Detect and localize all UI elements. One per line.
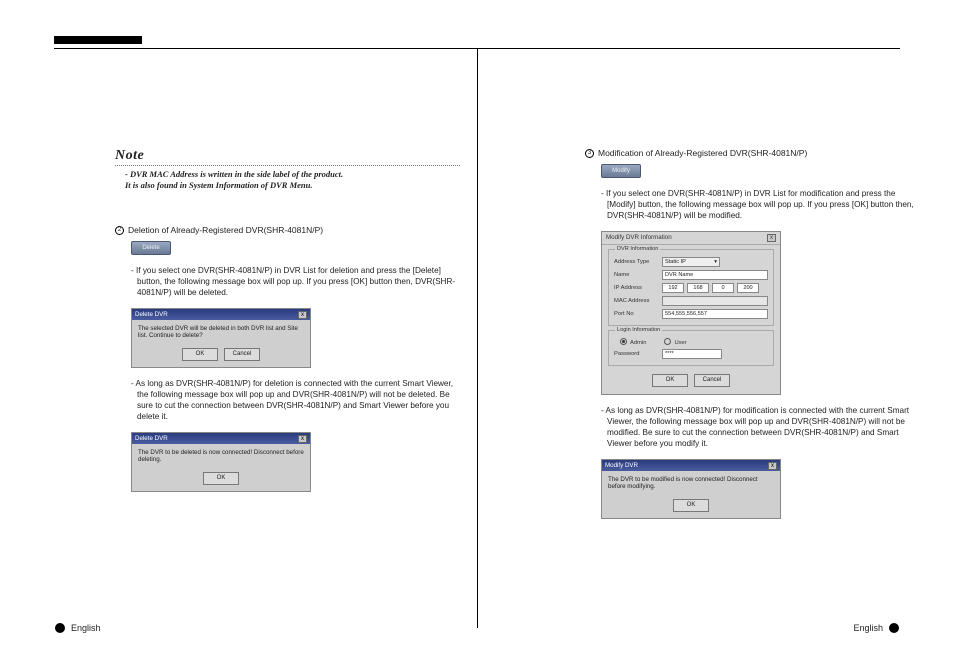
page-dot-icon — [55, 623, 65, 633]
port-field[interactable]: 554,555,556,557 — [662, 309, 768, 319]
label-password: Password — [614, 351, 659, 357]
label-ip: IP Address — [614, 285, 659, 291]
close-icon[interactable]: x — [298, 435, 307, 443]
step-number-icon: 2 — [115, 226, 124, 235]
paragraph: - As long as DVR(SHR-4081N/P) for deleti… — [131, 378, 460, 422]
label-address-type: Address Type — [614, 259, 659, 265]
ip-octet-4[interactable]: 200 — [737, 283, 759, 293]
section-heading-modify: 3 Modification of Already-Registered DVR… — [585, 148, 920, 158]
dialog-message: The DVR to be deleted is now connected! … — [132, 444, 310, 468]
dialog-title: Delete DVR — [135, 435, 168, 442]
header-bar — [54, 36, 142, 44]
dialog-message: The DVR to be modified is now connected!… — [602, 471, 780, 495]
dialog-delete-confirm: Delete DVR x The selected DVR will be de… — [131, 308, 311, 368]
dialog-titlebar: Delete DVR x — [132, 433, 310, 444]
footer-left: English — [55, 623, 101, 633]
label-name: Name — [614, 272, 659, 278]
close-icon[interactable]: x — [767, 234, 776, 242]
dialog-modify-connected: Modify DVR x The DVR to be modified is n… — [601, 459, 781, 519]
section-heading-delete: 2 Deletion of Already-Registered DVR(SHR… — [115, 225, 460, 235]
section-title: Modification of Already-Registered DVR(S… — [598, 148, 807, 158]
left-column: Note - DVR MAC Address is written in the… — [115, 148, 460, 492]
address-type-select[interactable]: Static IP▾ — [662, 257, 720, 267]
dialog-message: The selected DVR will be deleted in both… — [132, 320, 310, 344]
ok-button[interactable]: OK — [673, 499, 709, 512]
note-heading: Note — [115, 148, 460, 166]
paragraph: - If you select one DVR(SHR-4081N/P) in … — [601, 188, 920, 221]
ok-button[interactable]: OK — [652, 374, 688, 387]
delete-button[interactable]: Delete — [131, 241, 171, 255]
dialog-titlebar: Modify DVR Information x — [602, 232, 780, 245]
note-body: - DVR MAC Address is written in the side… — [125, 169, 460, 191]
dialog-buttons: OK Cancel — [132, 344, 310, 367]
cancel-button[interactable]: Cancel — [694, 374, 730, 387]
ok-button[interactable]: OK — [203, 472, 239, 485]
close-icon[interactable]: x — [768, 462, 777, 470]
paragraph: - As long as DVR(SHR-4081N/P) for modifi… — [601, 405, 920, 449]
paragraph: - If you select one DVR(SHR-4081N/P) in … — [131, 265, 460, 298]
radio-user[interactable]: User — [664, 337, 686, 346]
label-mac: MAC Address — [614, 298, 659, 304]
dialog-delete-connected: Delete DVR x The DVR to be deleted is no… — [131, 432, 311, 492]
footer-right: English — [853, 623, 899, 633]
column-divider — [477, 48, 478, 628]
mac-field[interactable] — [662, 296, 768, 306]
group-dvr-information: DVR Information Address Type Static IP▾ … — [608, 249, 774, 326]
ip-octet-2[interactable]: 168 — [687, 283, 709, 293]
footer-language: English — [71, 623, 101, 633]
name-field[interactable]: DVR Name — [662, 270, 768, 280]
page-dot-icon — [889, 623, 899, 633]
ip-octet-1[interactable]: 192 — [662, 283, 684, 293]
group-login-information: Login Information Admin User Password **… — [608, 330, 774, 366]
dialog-title: Delete DVR — [135, 311, 168, 318]
close-icon[interactable]: x — [298, 311, 307, 319]
ip-octet-3[interactable]: 0 — [712, 283, 734, 293]
footer-language: English — [853, 623, 883, 633]
dialog-titlebar: Modify DVR x — [602, 460, 780, 471]
modify-button[interactable]: Modify — [601, 164, 641, 178]
label-port: Port No — [614, 311, 659, 317]
radio-admin[interactable]: Admin — [620, 337, 646, 346]
dialog-title: Modify DVR — [605, 462, 638, 469]
note-line: It is also found in System Information o… — [125, 180, 460, 191]
dialog-modify-info: Modify DVR Information x DVR Information… — [601, 231, 781, 395]
right-column: 3 Modification of Already-Registered DVR… — [585, 148, 920, 519]
section-title: Deletion of Already-Registered DVR(SHR-4… — [128, 225, 323, 235]
note-line: - DVR MAC Address is written in the side… — [125, 169, 460, 180]
password-field[interactable]: **** — [662, 349, 722, 359]
step-number-icon: 3 — [585, 149, 594, 158]
dialog-titlebar: Delete DVR x — [132, 309, 310, 320]
page: Note - DVR MAC Address is written in the… — [0, 0, 954, 653]
group-label: Login Information — [615, 327, 662, 333]
cancel-button[interactable]: Cancel — [224, 348, 260, 361]
dialog-title: Modify DVR Information — [606, 234, 672, 242]
chevron-down-icon: ▾ — [714, 258, 717, 266]
ok-button[interactable]: OK — [182, 348, 218, 361]
dialog-buttons: OK Cancel — [602, 370, 780, 394]
dialog-buttons: OK — [132, 468, 310, 491]
group-label: DVR Information — [615, 246, 660, 252]
dialog-buttons: OK — [602, 495, 780, 518]
